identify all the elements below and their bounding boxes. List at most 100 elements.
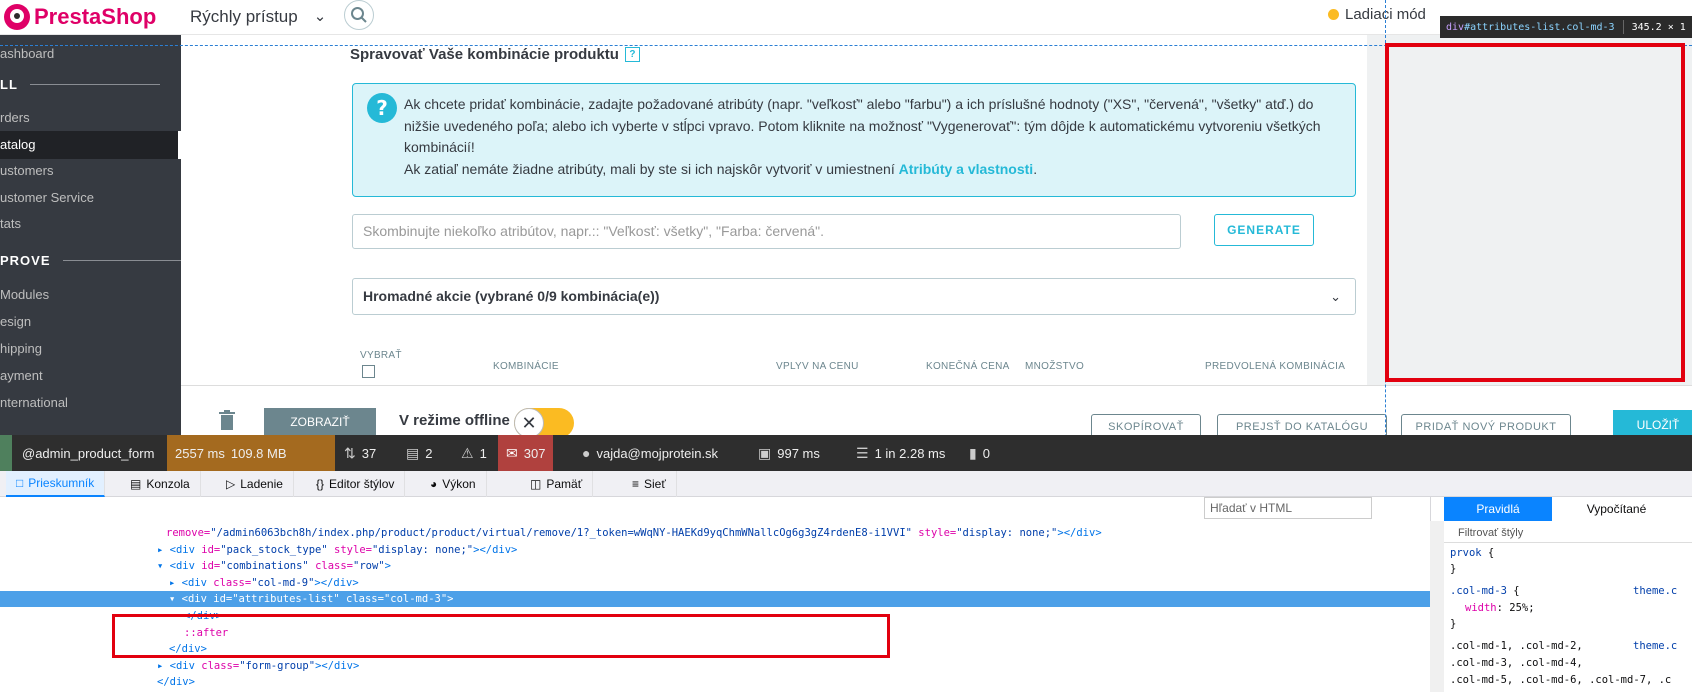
debugger-icon: ▷ [226,477,236,491]
code-line[interactable]: ▸ <div class="col-md-9"></div> [169,575,359,591]
tab-inspector[interactable]: □ Prieskumník [6,471,106,497]
tab-label: Výkon [442,477,476,491]
code-line[interactable]: ▾ <div id="combinations" class="row"> [157,558,391,574]
tooltip-selector: #attributes-list.col-md-3 [1464,21,1615,33]
column-header-default: PREDVOLENÁ KOMBINÁCIA [1205,361,1346,372]
sidebar-item-international[interactable]: nternational [0,389,181,417]
column-header-impact: VPLYV NA CENU [776,361,859,372]
forms-icon: ▤ [406,444,420,461]
column-header-combinations: KOMBINÁCIE [493,361,559,372]
memory-icon: ◫ [530,477,542,491]
attr-value: "pack_stock_type" [220,544,328,556]
info-alert: ? Ak chcete pridať kombinácie, zadajte p… [352,83,1356,197]
search-icon [351,7,367,23]
sidebar-item-payment[interactable]: ayment [0,362,181,390]
profiler-forms[interactable]: ▤ 2 [398,435,440,471]
preview-button[interactable]: ZOBRAZIŤ [264,408,376,436]
rule-declaration[interactable]: width: 25%; [1465,602,1535,614]
scrollbar[interactable] [1430,521,1444,692]
profiler-performance[interactable]: 2557 ms 109.8 MB [167,435,335,471]
rule-col-md-3[interactable]: .col-md-3 { [1450,585,1520,597]
duration-value: 997 ms [777,445,820,461]
code-line[interactable]: remove="/admin6063bch8h/index.php/produc… [166,525,1102,541]
profiler-requests[interactable]: ⇅ 37 [336,435,384,471]
combinations-input[interactable]: Skombinujte niekoľko atribútov, napr.:: … [352,214,1181,249]
forms-count: 2 [425,445,433,461]
sidebar-item-label: rders [0,110,30,125]
sidebar-item-label: ustomers [0,163,54,178]
tab-style-editor[interactable]: {} Editor štýlov [306,471,406,497]
profiler-logs[interactable]: ⚠ 1 [453,435,495,471]
attr-value: "display: none;" [956,527,1058,539]
rule-col-grid[interactable]: .col-md-5, .col-md-6, .col-md-7, .c [1450,674,1671,686]
sidebar-item-modules[interactable]: Modules [0,281,181,309]
bulk-actions-label: Hromadné akcie (vybrané 0/9 kombinácia(e… [363,288,660,304]
profiler-db[interactable]: ☰ 1 in 2.28 ms [848,435,953,471]
tab-computed[interactable]: Vypočítané [1554,497,1679,521]
database-icon: ☰ [856,444,869,461]
sidebar-item-design[interactable]: esign [0,308,181,336]
attributes-link[interactable]: Atribúty a vlastnosti [899,161,1034,177]
memory-value: 109.8 MB [230,445,287,461]
status-badge[interactable] [0,435,12,471]
generate-button[interactable]: GENERATE [1214,214,1314,246]
devtools-tab-bar: □ Prieskumník ▤ Konzola ▷ Ladenie {} Editor … [0,471,1692,497]
bulk-actions-dropdown[interactable]: Hromadné akcie (vybrané 0/9 kombinácia(e… [352,278,1356,315]
sidebar-item-customers[interactable]: ustomers [0,157,181,185]
filter-styles-input[interactable]: Filtrovať štýly [1444,523,1692,543]
profiler-toolbar: @admin_product_form 2557 ms 109.8 MB ⇅ 37… [0,435,1692,471]
offline-toggle[interactable]: ✕ [514,408,574,438]
rule-selector: prvok [1450,547,1482,559]
rule-brace: } [1450,618,1457,630]
tab-network[interactable]: ≡ Sieť [622,471,677,497]
quick-access-dropdown[interactable]: Rýchly prístup ⌄ [190,2,326,32]
help-icon[interactable]: ? [624,47,640,62]
tab-rules[interactable]: Pravidlá [1444,497,1552,521]
attr-value: "attributes-list" [232,593,340,605]
profiler-route[interactable]: @admin_product_form [14,435,162,471]
trash-icon[interactable] [219,410,235,430]
profiler-misc[interactable]: ▮ 0 [961,435,998,471]
sidebar-item-orders[interactable]: rders [0,104,181,132]
rule-source[interactable]: theme.c [1633,640,1677,652]
rule-selector: .col-md-5, .col-md-6, .col-md-7, .c [1450,674,1672,686]
translation-icon: ✉ [506,444,518,461]
tab-memory[interactable]: ◫ Pamäť [520,471,594,497]
code-line-selected[interactable]: ▾ <div id="attributes-list" class="col-m… [0,591,1430,607]
code-line[interactable]: ▸ <div class="form-group"></div> [157,658,359,674]
column-header-quantity: MNOŽSTVO [1025,361,1085,372]
html-search-input[interactable]: Hľadať v HTML [1204,497,1372,519]
sidebar-item-shipping[interactable]: hipping [0,335,181,363]
sidebar-item-catalog[interactable]: atalog [0,131,181,159]
alert-line-2: Ak zatiaľ nemáte žiadne atribúty, mali b… [404,160,899,177]
chevron-down-icon: ⌄ [313,8,327,25]
profiler-duration[interactable]: ▣ 997 ms [750,435,828,471]
search-button[interactable] [344,0,374,30]
tab-label: Konzola [146,477,190,491]
tab-console[interactable]: ▤ Konzola [120,471,201,497]
db-queries-value: 1 in 2.28 ms [874,445,946,461]
sidebar-heading-improve: PROVE [0,253,193,268]
rule-source[interactable]: theme.c [1633,585,1677,597]
code-line[interactable]: </div> [157,674,195,690]
inspector-icon: □ [16,476,24,490]
clock-icon: ▣ [758,444,772,461]
rule-brace: } [1450,563,1457,575]
tab-debugger[interactable]: ▷ Ladenie [216,471,294,497]
network-icon: ≡ [632,477,640,491]
sidebar-item-customer-service[interactable]: ustomer Service [0,184,181,212]
rule-col-grid[interactable]: .col-md-1, .col-md-2, [1450,640,1583,652]
select-all-checkbox[interactable] [362,365,375,378]
column-header-final-price: KONEČNÁ CENA [926,361,1010,372]
offline-label: V režime offline [399,412,510,429]
rule-element[interactable]: prvok { [1450,547,1494,559]
code-line[interactable]: ▸ <div id="pack_stock_type" style="displ… [157,542,517,558]
closing-tag: </div> [157,676,195,688]
prestashop-logo[interactable]: PrestaShop [4,4,156,30]
profiler-translations[interactable]: ✉ 307 [498,435,554,471]
rule-col-grid[interactable]: .col-md-3, .col-md-4, [1450,657,1583,669]
profiler-user[interactable]: ● vajda@mojprotein.sk [574,435,726,471]
sidebar-item-stats[interactable]: tats [0,210,181,238]
tab-performance[interactable]: ◕ Výkon [420,471,487,497]
debug-mode-indicator[interactable]: Ladiaci mód [1328,6,1426,23]
